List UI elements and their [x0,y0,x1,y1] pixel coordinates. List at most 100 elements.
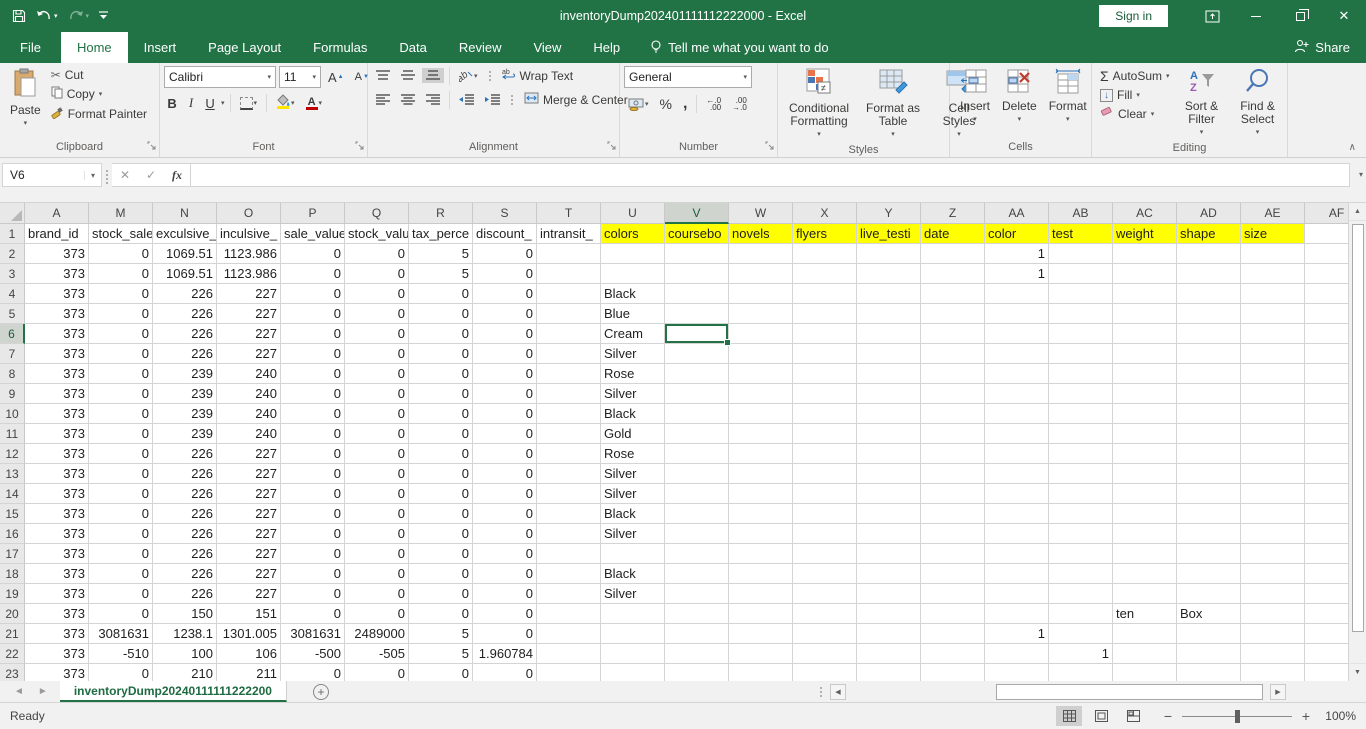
cell-AB8[interactable] [1049,364,1113,384]
cell-W13[interactable] [729,464,793,484]
format-painter-button[interactable]: Format Painter [47,104,151,124]
cell-M10[interactable]: 0 [89,404,153,424]
vertical-scroll-thumb[interactable] [1352,224,1364,632]
cell-O5[interactable]: 227 [217,304,281,324]
cell-V5[interactable] [665,304,729,324]
cell-Z21[interactable] [921,624,985,644]
fill-color-icon[interactable]: ▾ [272,92,299,114]
cell-N3[interactable]: 1069.51 [153,264,217,284]
cell-AD6[interactable] [1177,324,1241,344]
accounting-format-icon[interactable]: ▾ [624,96,653,113]
cell-N15[interactable]: 226 [153,504,217,524]
cell-AB7[interactable] [1049,344,1113,364]
cell-AD21[interactable] [1177,624,1241,644]
cell-AD11[interactable] [1177,424,1241,444]
align-center-icon[interactable] [397,92,419,107]
cell-N16[interactable]: 226 [153,524,217,544]
cell-AA10[interactable] [985,404,1049,424]
cell-AC14[interactable] [1113,484,1177,504]
row-header-5[interactable]: 5 [0,304,25,324]
cell-AB12[interactable] [1049,444,1113,464]
cell-V22[interactable] [665,644,729,664]
cell-A3[interactable]: 373 [25,264,89,284]
cell-T1[interactable]: intransit_ [537,224,601,244]
cell-X5[interactable] [793,304,857,324]
cell-X14[interactable] [793,484,857,504]
cell-T12[interactable] [537,444,601,464]
cell-Y2[interactable] [857,244,921,264]
cell-A21[interactable]: 373 [25,624,89,644]
cell-Y10[interactable] [857,404,921,424]
sheet-tab-active[interactable]: inventoryDump20240111111222200 [60,681,287,702]
column-header-AC[interactable]: AC [1113,203,1177,224]
cell-S12[interactable]: 0 [473,444,537,464]
cell-S11[interactable]: 0 [473,424,537,444]
cell-AA4[interactable] [985,284,1049,304]
cell-U5[interactable]: Blue [601,304,665,324]
cell-M11[interactable]: 0 [89,424,153,444]
cell-V11[interactable] [665,424,729,444]
cell-O18[interactable]: 227 [217,564,281,584]
cell-Q4[interactable]: 0 [345,284,409,304]
find-select-dropdown-arrow[interactable]: ▾ [1256,126,1260,139]
cell-AE2[interactable] [1241,244,1305,264]
cell-AA7[interactable] [985,344,1049,364]
cell-AF5[interactable] [1305,304,1348,324]
number-format-combo[interactable]: General ▾ [624,66,752,88]
cell-U19[interactable]: Silver [601,584,665,604]
cell-O2[interactable]: 1123.986 [217,244,281,264]
cell-W8[interactable] [729,364,793,384]
share-button[interactable]: Share [1278,32,1366,63]
column-header-AE[interactable]: AE [1241,203,1305,224]
next-sheet-icon[interactable]: ► [38,686,48,697]
cell-N20[interactable]: 150 [153,604,217,624]
cell-M22[interactable]: -510 [89,644,153,664]
font-dialog-launcher-icon[interactable] [355,140,365,154]
cell-Z18[interactable] [921,564,985,584]
cell-V14[interactable] [665,484,729,504]
row-header-14[interactable]: 14 [0,484,25,504]
cell-AA22[interactable] [985,644,1049,664]
cell-AA6[interactable] [985,324,1049,344]
cell-T6[interactable] [537,324,601,344]
cell-AE11[interactable] [1241,424,1305,444]
cell-U9[interactable]: Silver [601,384,665,404]
column-header-S[interactable]: S [473,203,537,224]
tab-scroll-split-handle[interactable] [820,681,830,702]
cell-T19[interactable] [537,584,601,604]
cell-P6[interactable]: 0 [281,324,345,344]
cell-S23[interactable]: 0 [473,664,537,681]
cell-N4[interactable]: 226 [153,284,217,304]
cell-M2[interactable]: 0 [89,244,153,264]
sort-filter-button[interactable]: AZ Sort & Filter ▾ [1174,66,1230,141]
borders-icon[interactable]: ▾ [236,95,262,112]
page-layout-view-icon[interactable] [1088,706,1114,726]
cell-X16[interactable] [793,524,857,544]
cell-AE21[interactable] [1241,624,1305,644]
cell-A7[interactable]: 373 [25,344,89,364]
cell-O20[interactable]: 151 [217,604,281,624]
cell-AA12[interactable] [985,444,1049,464]
cell-AA16[interactable] [985,524,1049,544]
cell-AB11[interactable] [1049,424,1113,444]
cell-AE1[interactable]: size [1241,224,1305,244]
column-header-Y[interactable]: Y [857,203,921,224]
cell-AA3[interactable]: 1 [985,264,1049,284]
cell-W12[interactable] [729,444,793,464]
cell-AF11[interactable] [1305,424,1348,444]
cell-AA17[interactable] [985,544,1049,564]
cell-T13[interactable] [537,464,601,484]
cell-Y5[interactable] [857,304,921,324]
cell-S3[interactable]: 0 [473,264,537,284]
cell-AB13[interactable] [1049,464,1113,484]
cell-A1[interactable]: brand_id [25,224,89,244]
cell-U13[interactable]: Silver [601,464,665,484]
cell-AB19[interactable] [1049,584,1113,604]
cell-A13[interactable]: 373 [25,464,89,484]
cell-A9[interactable]: 373 [25,384,89,404]
cell-AC6[interactable] [1113,324,1177,344]
cell-AC22[interactable] [1113,644,1177,664]
save-icon[interactable] [12,9,26,23]
column-header-A[interactable]: A [25,203,89,224]
cell-N17[interactable]: 226 [153,544,217,564]
